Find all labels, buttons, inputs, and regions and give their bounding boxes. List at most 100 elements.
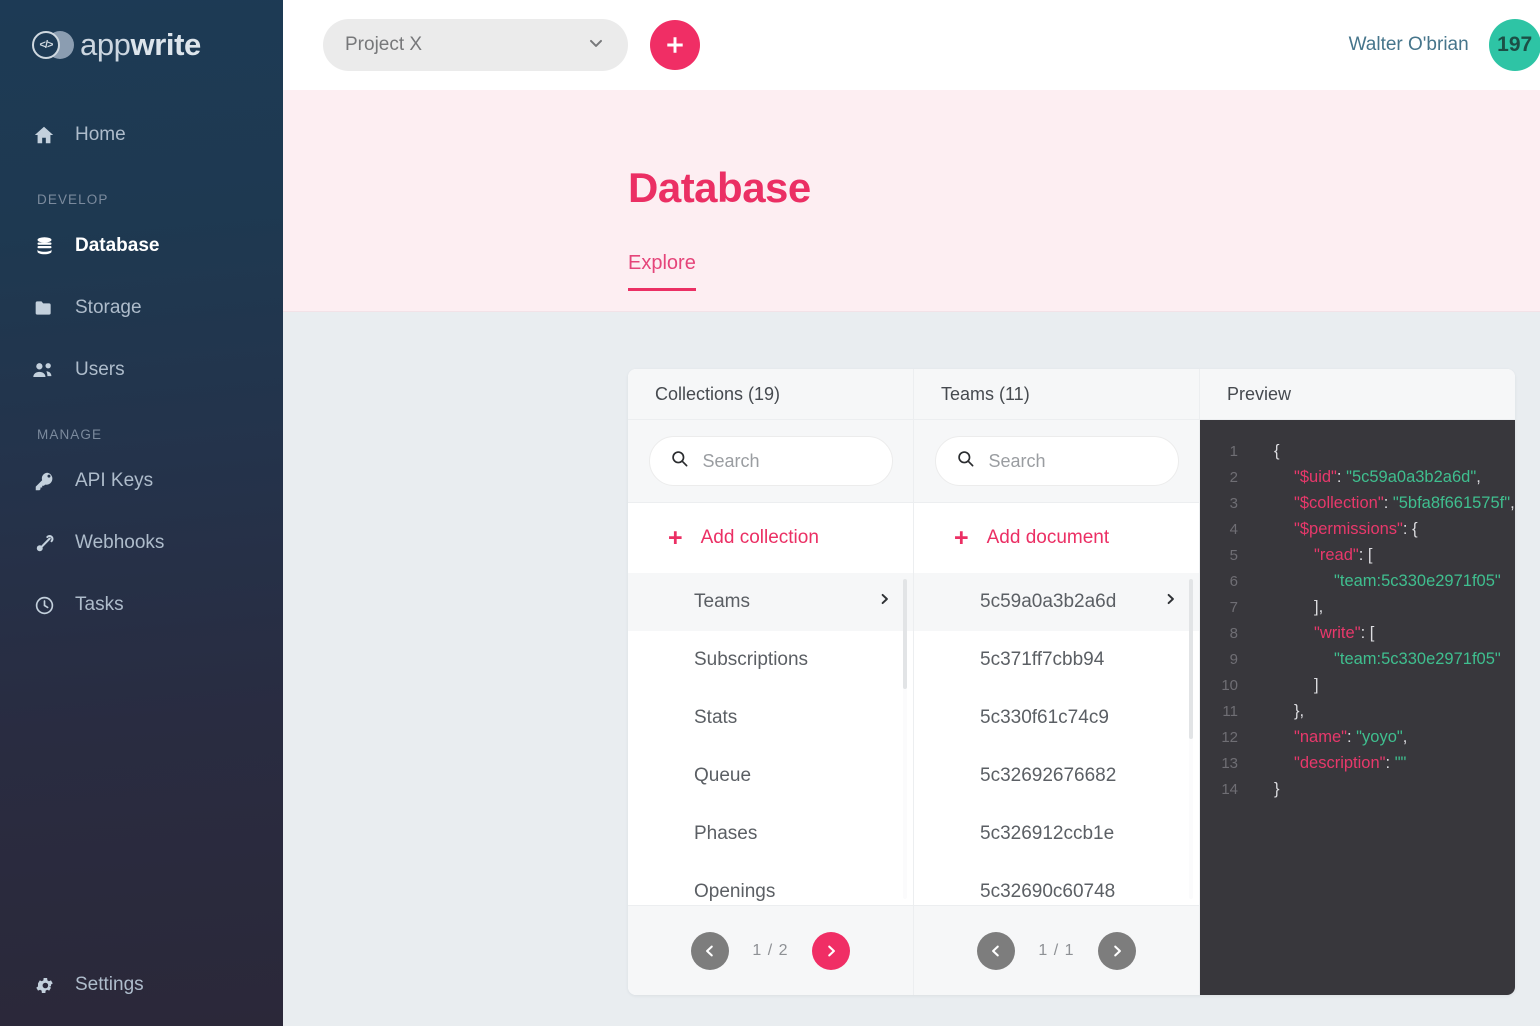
sidebar-item-home[interactable]: Home — [0, 104, 283, 166]
sidebar-item-label-storage: Storage — [75, 297, 142, 319]
token-str: "team:5c330e2971f05" — [1334, 572, 1501, 590]
sidebar-item-label-database: Database — [75, 235, 160, 257]
teams-next-page-button[interactable] — [1098, 932, 1136, 970]
teams-pane: Teams (11) + Add document — [914, 369, 1200, 995]
chevron-down-icon — [586, 33, 606, 58]
line-number: 4 — [1200, 521, 1252, 538]
token-pun: , — [1510, 494, 1515, 512]
code-line: 10] — [1200, 672, 1515, 698]
project-selector[interactable]: Project X — [323, 19, 628, 71]
add-document-label: Add document — [987, 527, 1110, 549]
token-pun: : — [1384, 494, 1393, 512]
sidebar-item-database[interactable]: Database — [0, 215, 283, 277]
teams-list[interactable]: 5c59a0a3b2a6d 5c371ff7cbb94 5c330f61c74c… — [914, 573, 1199, 905]
line-number: 3 — [1200, 495, 1252, 512]
line-number: 10 — [1200, 677, 1252, 694]
chevron-right-icon — [1164, 591, 1177, 613]
main-area: Project X Walter O'brian 197 Database Ex… — [283, 0, 1540, 1026]
token-pun: , — [1476, 468, 1481, 486]
line-number: 2 — [1200, 469, 1252, 486]
token-pun: ] — [1314, 676, 1319, 694]
code-content: "read": [ — [1252, 546, 1373, 565]
collections-search-input[interactable] — [703, 451, 872, 472]
sidebar-item-tasks[interactable]: Tasks — [0, 574, 283, 636]
code-content: ] — [1252, 676, 1319, 695]
avatar[interactable]: 197 — [1489, 19, 1540, 71]
username-link[interactable]: Walter O'brian — [1349, 34, 1469, 56]
collections-next-page-button[interactable] — [812, 932, 850, 970]
code-line: 3"$collection": "5bfa8f661575f", — [1200, 490, 1515, 516]
sidebar-item-label-settings: Settings — [75, 974, 144, 996]
teams-search-box[interactable] — [935, 436, 1179, 486]
clock-icon — [32, 595, 56, 616]
create-project-button[interactable] — [650, 20, 700, 70]
code-content: "team:5c330e2971f05" — [1252, 650, 1501, 669]
line-number: 11 — [1200, 703, 1252, 720]
list-item[interactable]: Stats — [628, 689, 913, 747]
collections-prev-page-button[interactable] — [691, 932, 729, 970]
list-item[interactable]: Subscriptions — [628, 631, 913, 689]
list-item[interactable]: 5c59a0a3b2a6d — [914, 573, 1199, 631]
code-content: ], — [1252, 598, 1323, 617]
token-key: "description" — [1294, 754, 1386, 772]
list-item[interactable]: 5c371ff7cbb94 — [914, 631, 1199, 689]
sidebar-item-label-users: Users — [75, 359, 125, 381]
list-item[interactable]: 5c32692676682 — [914, 747, 1199, 805]
collection-name: Openings — [694, 881, 775, 903]
app-root: </> appwrite Home DEVELOP Database — [0, 0, 1540, 1026]
add-collection-button[interactable]: + Add collection — [628, 503, 913, 573]
teams-search-input[interactable] — [989, 451, 1158, 472]
tab-explore[interactable]: Explore — [628, 252, 696, 291]
sidebar-item-webhooks[interactable]: Webhooks — [0, 512, 283, 574]
token-key: "name" — [1294, 728, 1347, 746]
teams-search-wrap — [914, 420, 1199, 503]
sidebar-item-label-home: Home — [75, 124, 126, 146]
chevron-right-icon — [824, 943, 838, 959]
json-preview[interactable]: 1{2"$uid": "5c59a0a3b2a6d",3"$collection… — [1200, 420, 1515, 995]
sidebar-item-storage[interactable]: Storage — [0, 277, 283, 339]
collections-list[interactable]: Teams Subscriptions Stats Queue — [628, 573, 913, 905]
document-id: 5c326912ccb1e — [980, 823, 1114, 845]
plus-icon — [664, 34, 686, 56]
add-document-button[interactable]: + Add document — [914, 503, 1199, 573]
document-id: 5c32692676682 — [980, 765, 1116, 787]
list-item[interactable]: Teams — [628, 573, 913, 631]
list-item[interactable]: Openings — [628, 863, 913, 905]
teams-scrollbar-thumb[interactable] — [1189, 579, 1193, 739]
token-str: "yoyo" — [1356, 728, 1403, 746]
sidebar-item-users[interactable]: Users — [0, 339, 283, 401]
document-id: 5c59a0a3b2a6d — [980, 591, 1116, 613]
code-line: 11}, — [1200, 698, 1515, 724]
teams-prev-page-button[interactable] — [977, 932, 1015, 970]
teams-header: Teams (11) — [914, 369, 1199, 420]
brand-logo[interactable]: </> appwrite — [0, 0, 283, 90]
sidebar-item-settings[interactable]: Settings — [0, 954, 283, 1016]
collections-search-box[interactable] — [649, 436, 893, 486]
sidebar-item-api-keys[interactable]: API Keys — [0, 450, 283, 512]
collections-scrollbar-thumb[interactable] — [903, 579, 907, 689]
list-item[interactable]: 5c326912ccb1e — [914, 805, 1199, 863]
token-str: "" — [1395, 754, 1407, 772]
token-str: "team:5c330e2971f05" — [1334, 650, 1501, 668]
brand-wordmark: appwrite — [80, 27, 201, 63]
list-item[interactable]: Phases — [628, 805, 913, 863]
document-id: 5c371ff7cbb94 — [980, 649, 1104, 671]
line-number: 12 — [1200, 729, 1252, 746]
document-id: 5c330f61c74c9 — [980, 707, 1109, 729]
list-item[interactable]: 5c32690c60748 — [914, 863, 1199, 905]
code-content: "$uid": "5c59a0a3b2a6d", — [1252, 468, 1481, 487]
list-item[interactable]: Queue — [628, 747, 913, 805]
token-pun: } — [1274, 780, 1280, 798]
line-number: 9 — [1200, 651, 1252, 668]
chevron-right-icon — [878, 591, 891, 613]
brand-name-bold: write — [131, 27, 201, 62]
token-pun: ], — [1314, 598, 1323, 616]
code-content: "name": "yoyo", — [1252, 728, 1407, 747]
list-item[interactable]: 5c330f61c74c9 — [914, 689, 1199, 747]
line-number: 6 — [1200, 573, 1252, 590]
brand-name-light: app — [80, 27, 131, 62]
line-number: 5 — [1200, 547, 1252, 564]
collection-name: Teams — [694, 591, 750, 613]
logo-circle-code: </> — [32, 31, 60, 59]
code-line: 4"$permissions": { — [1200, 516, 1515, 542]
